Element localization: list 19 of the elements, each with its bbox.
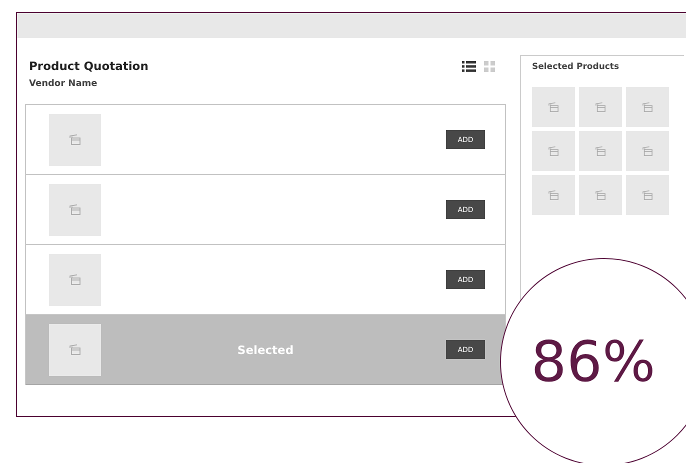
image-placeholder-icon: [548, 102, 559, 112]
panel-title: Selected Products: [532, 62, 620, 72]
list-view-icon[interactable]: [462, 61, 476, 72]
image-placeholder-icon: [548, 146, 559, 156]
image-placeholder-icon: [642, 190, 653, 200]
vendor-label: Vendor Name: [29, 79, 98, 89]
image-placeholder-icon: [595, 146, 606, 156]
image-placeholder-icon: [548, 190, 559, 200]
image-placeholder-icon: [69, 204, 81, 215]
image-placeholder-icon: [69, 274, 81, 285]
image-placeholder-icon: [69, 344, 81, 355]
image-placeholder-icon: [642, 102, 653, 112]
image-placeholder-icon: [642, 146, 653, 156]
selected-label: Selected: [237, 342, 294, 356]
image-placeholder-icon: [69, 134, 81, 145]
page-title: Product Quotation: [29, 59, 148, 73]
image-placeholder-icon: [595, 190, 606, 200]
image-placeholder-icon: [595, 102, 606, 112]
zoom-badge-overlay: 86%: [500, 258, 686, 463]
